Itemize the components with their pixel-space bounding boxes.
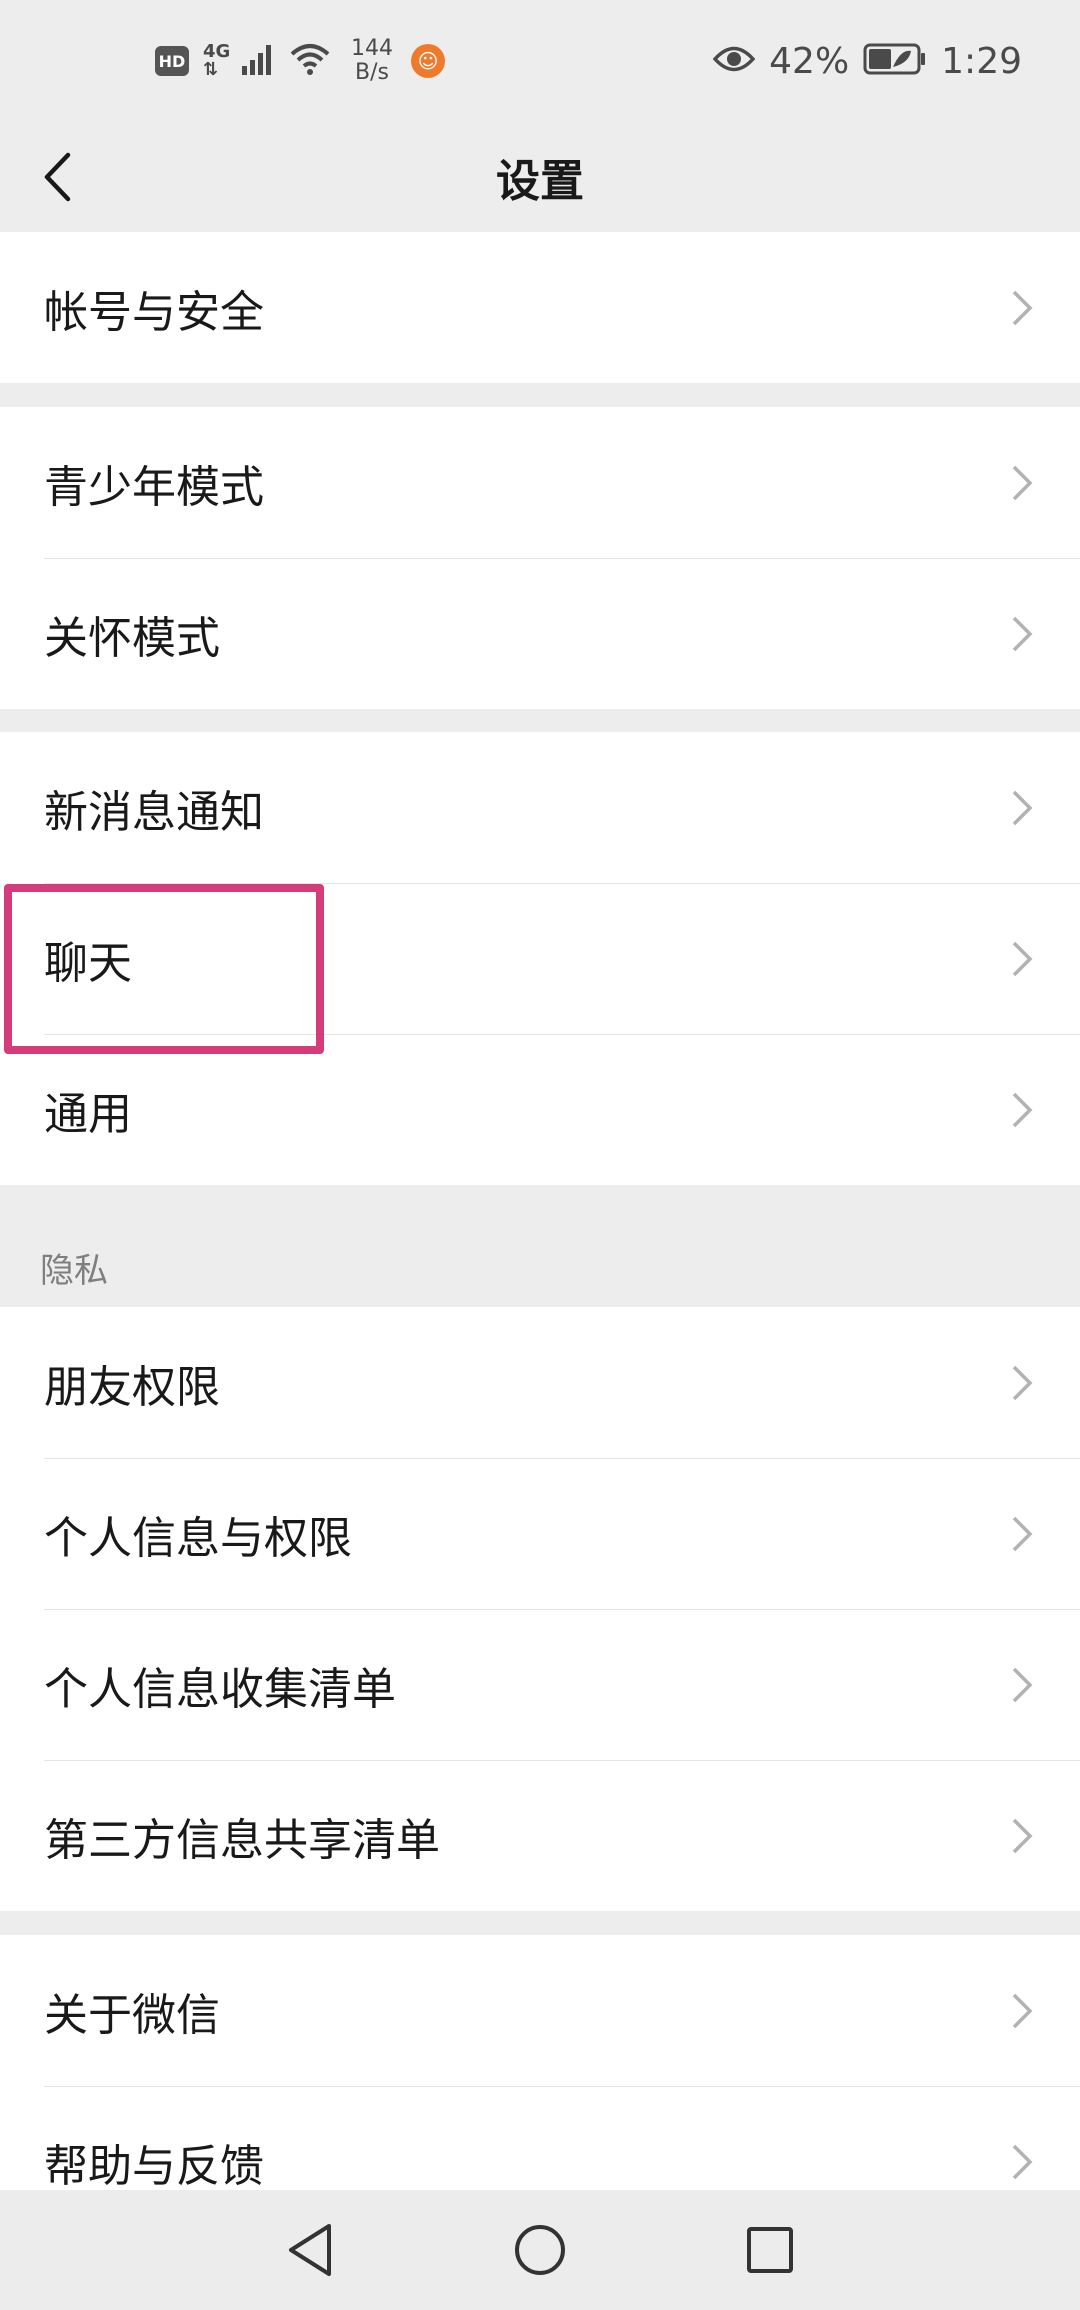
row-label: 朋友权限 xyxy=(44,1361,220,1413)
row-label: 关于微信 xyxy=(44,1989,220,2041)
row-label: 帮助与反馈 xyxy=(44,2140,264,2192)
clock: 1:29 xyxy=(941,40,1022,82)
app-header: 设置 xyxy=(0,122,1080,232)
row-label: 帐号与安全 xyxy=(44,286,264,338)
row-label: 聊天 xyxy=(44,937,132,989)
settings-row-chat[interactable]: 聊天 xyxy=(0,883,1080,1034)
section-label-privacy: 隐私 xyxy=(40,1251,108,1291)
settings-group-privacy: 朋友权限 个人信息与权限 个人信息收集清单 第三方信息共享清单 xyxy=(0,1307,1080,1911)
nav-home-button[interactable] xyxy=(510,2220,570,2280)
back-button[interactable] xyxy=(22,142,92,212)
row-label: 通用 xyxy=(44,1088,132,1140)
back-triangle-icon xyxy=(289,2224,331,2276)
network-sub: ⇅ xyxy=(203,59,219,80)
settings-group-modes: 青少年模式 关怀模式 xyxy=(0,407,1080,709)
settings-row-notifications[interactable]: 新消息通知 xyxy=(0,732,1080,883)
settings-row-about-wechat[interactable]: 关于微信 xyxy=(0,1935,1080,2086)
network-speed: 144 B/s xyxy=(351,37,393,85)
chevron-right-icon xyxy=(1012,290,1033,325)
speed-unit: B/s xyxy=(355,60,389,85)
status-left: HD 4G ⇅ 144 B/s ☺ xyxy=(155,37,445,85)
chevron-right-icon xyxy=(1012,941,1033,976)
settings-row-personal-info-permissions[interactable]: 个人信息与权限 xyxy=(0,1458,1080,1609)
eye-icon xyxy=(712,44,756,78)
row-label: 新消息通知 xyxy=(44,786,264,838)
row-label: 青少年模式 xyxy=(44,461,264,513)
network-type-label: 4G ⇅ xyxy=(203,43,230,80)
row-label: 关怀模式 xyxy=(44,612,220,664)
status-right: 42% 1:29 xyxy=(712,40,1022,82)
chevron-right-icon xyxy=(1012,1365,1033,1400)
settings-row-general[interactable]: 通用 xyxy=(0,1034,1080,1185)
app-notification-icon: ☺ xyxy=(411,44,445,78)
wifi-icon xyxy=(289,42,331,80)
settings-group-general: 新消息通知 聊天 通用 xyxy=(0,732,1080,1185)
signal-icon xyxy=(241,42,275,80)
chevron-right-icon xyxy=(1012,1818,1033,1853)
chevron-right-icon xyxy=(1012,616,1033,651)
status-bar: HD 4G ⇅ 144 B/s ☺ 42% 1:29 xyxy=(0,0,1080,122)
chevron-right-icon xyxy=(1012,1516,1033,1551)
battery-icon xyxy=(863,43,927,79)
settings-row-friend-permissions[interactable]: 朋友权限 xyxy=(0,1307,1080,1458)
hd-icon: HD xyxy=(155,46,189,76)
nav-back-button[interactable] xyxy=(280,2220,340,2280)
speed-value: 144 xyxy=(351,36,393,61)
settings-group-account: 帐号与安全 xyxy=(0,232,1080,383)
chevron-right-icon xyxy=(1012,2144,1033,2179)
settings-row-teen-mode[interactable]: 青少年模式 xyxy=(0,407,1080,558)
chevron-right-icon xyxy=(1012,1993,1033,2028)
battery-percent: 42% xyxy=(769,40,850,82)
page-title: 设置 xyxy=(496,156,584,207)
chevron-right-icon xyxy=(1012,1667,1033,1702)
chevron-right-icon xyxy=(1012,790,1033,825)
row-label: 个人信息收集清单 xyxy=(44,1663,396,1715)
settings-row-personal-info-collection[interactable]: 个人信息收集清单 xyxy=(0,1609,1080,1760)
recents-square-icon xyxy=(747,2227,793,2273)
row-label: 个人信息与权限 xyxy=(44,1512,352,1564)
home-circle-icon xyxy=(515,2225,565,2275)
chevron-left-icon xyxy=(44,152,71,202)
settings-row-account-security[interactable]: 帐号与安全 xyxy=(0,232,1080,383)
settings-row-third-party-sharing[interactable]: 第三方信息共享清单 xyxy=(0,1760,1080,1911)
chevron-right-icon xyxy=(1012,1092,1033,1127)
row-label: 第三方信息共享清单 xyxy=(44,1814,440,1866)
chevron-right-icon xyxy=(1012,465,1033,500)
settings-row-care-mode[interactable]: 关怀模式 xyxy=(0,558,1080,709)
settings-screen: HD 4G ⇅ 144 B/s ☺ 42% 1:29 设置 帐号与安全 青少年模… xyxy=(0,0,1080,2310)
nav-recents-button[interactable] xyxy=(740,2220,800,2280)
system-nav-bar xyxy=(0,2190,1080,2310)
